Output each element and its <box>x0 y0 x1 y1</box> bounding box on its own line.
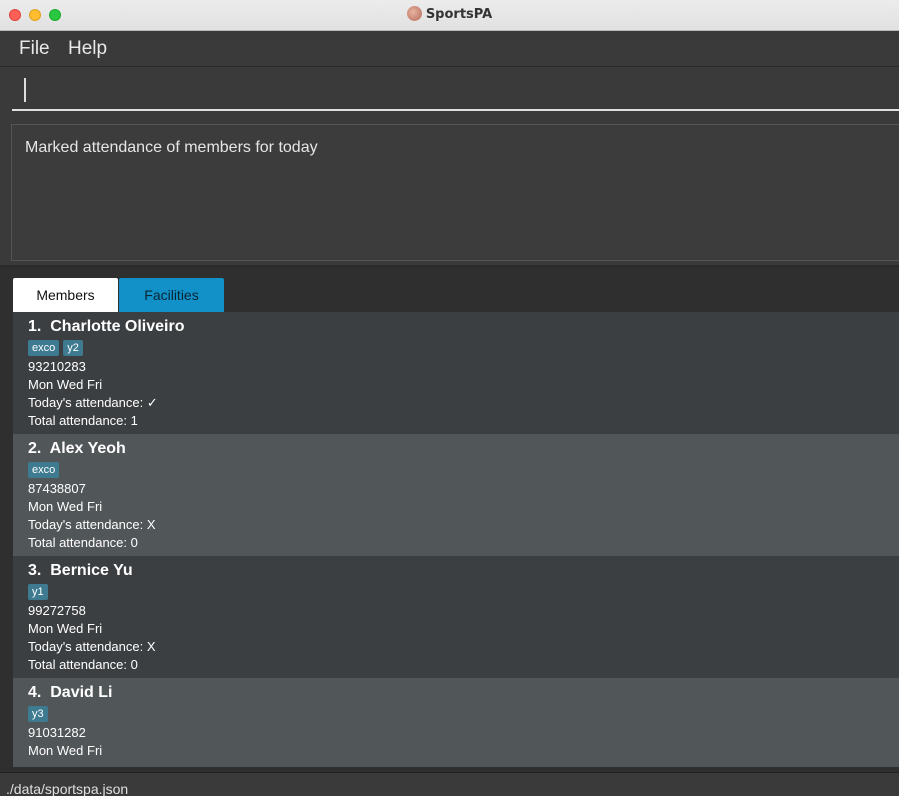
member-days: Mon Wed Fri <box>28 621 103 636</box>
member-name-line: 4. David Li <box>28 684 884 706</box>
status-bar: ./data/sportspa.json <box>0 772 899 796</box>
tag: y2 <box>63 340 83 356</box>
member-today-attendance: Today's attendance: X <box>28 517 156 532</box>
command-box <box>0 67 899 117</box>
window-title-text: SportsPA <box>425 7 493 22</box>
member-card[interactable]: 4. David Li y3 91031282 Mon Wed Fri <box>13 678 899 767</box>
member-today-attendance: Today's attendance: X <box>28 639 156 654</box>
member-name: Charlotte Oliveiro <box>50 318 185 335</box>
member-total-attendance: Total attendance: 0 <box>28 535 138 550</box>
member-days: Mon Wed Fri <box>28 377 103 392</box>
member-name: Bernice Yu <box>50 562 133 579</box>
result-display-area: Marked attendance of members for today <box>0 117 899 267</box>
menu-file[interactable]: File <box>19 38 50 60</box>
tag: exco <box>28 462 60 478</box>
menu-help[interactable]: Help <box>68 38 107 60</box>
member-index: 3. <box>28 562 42 579</box>
member-name-line: 3. Bernice Yu <box>28 562 884 584</box>
member-card[interactable]: 1. Charlotte Oliveiro exco y2 93210283 Mo… <box>13 312 899 434</box>
member-tags: exco y2 <box>28 340 884 358</box>
member-phone: 91031282 <box>28 725 86 740</box>
app-icon <box>406 6 422 21</box>
member-tags: y1 <box>28 584 884 602</box>
tag: y1 <box>28 584 48 600</box>
member-today-attendance: Today's attendance: ✓ <box>28 395 158 410</box>
member-phone: 99272758 <box>28 603 86 618</box>
text-caret <box>24 78 26 102</box>
member-card[interactable]: 2. Alex Yeoh exco 87438807 Mon Wed Fri T… <box>13 434 899 556</box>
window-title: SportsPA <box>0 6 899 22</box>
member-card[interactable]: 3. Bernice Yu y1 99272758 Mon Wed Fri To… <box>13 556 899 678</box>
member-list[interactable]: 1. Charlotte Oliveiro exco y2 93210283 Mo… <box>13 312 899 767</box>
member-index: 2. <box>28 440 42 457</box>
title-bar: SportsPA <box>0 0 899 31</box>
tag: y3 <box>28 706 48 722</box>
member-total-attendance: Total attendance: 1 <box>28 413 138 428</box>
result-display: Marked attendance of members for today <box>11 124 899 261</box>
member-name-line: 1. Charlotte Oliveiro <box>28 318 884 340</box>
member-tags: exco <box>28 462 884 480</box>
member-name: Alex Yeoh <box>49 440 126 457</box>
member-phone: 87438807 <box>28 481 86 496</box>
menu-bar: File Help <box>0 31 899 67</box>
command-input[interactable] <box>12 75 899 111</box>
member-phone: 93210283 <box>28 359 86 374</box>
member-index: 1. <box>28 318 42 335</box>
member-days: Mon Wed Fri <box>28 743 103 758</box>
tag: exco <box>28 340 60 356</box>
member-name-line: 2. Alex Yeoh <box>28 440 884 462</box>
member-tags: y3 <box>28 706 884 724</box>
member-days: Mon Wed Fri <box>28 499 103 514</box>
tab-pane: Members Facilities 1. Charlotte Oliveiro… <box>0 268 899 772</box>
tab-members[interactable]: Members <box>13 278 118 312</box>
data-file-path: ./data/sportspa.json <box>6 781 129 796</box>
tab-facilities[interactable]: Facilities <box>119 278 224 312</box>
member-name: David Li <box>50 684 113 701</box>
member-total-attendance: Total attendance: 0 <box>28 657 138 672</box>
member-index: 4. <box>28 684 42 701</box>
